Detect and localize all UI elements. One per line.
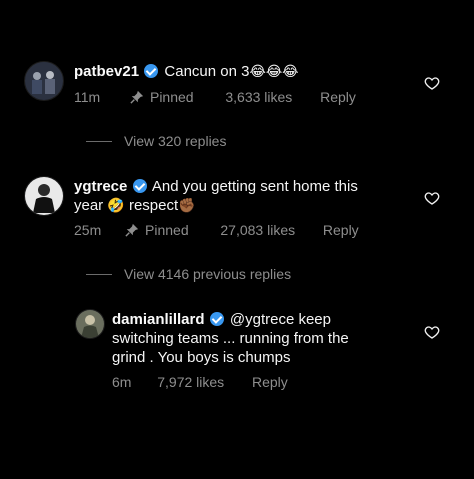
comment-text-line2-suffix: respect xyxy=(128,197,179,214)
laughing-emoji-icon: 😂😂😂 xyxy=(249,64,299,80)
username[interactable]: ygtrece xyxy=(74,178,127,195)
timestamp: 11m xyxy=(74,89,101,105)
likes-count[interactable]: 7,972 likes xyxy=(157,374,224,390)
comment-text-line1: And you getting sent home this xyxy=(151,178,358,195)
avatar-image xyxy=(76,310,104,338)
pinned-label: Pinned xyxy=(149,89,194,105)
comment-body: damianlillard @ygtrece keep switching te… xyxy=(112,310,412,367)
heart-outline-icon[interactable] xyxy=(424,324,440,340)
comment-meta: 25m Pinned 27,083 likes Reply xyxy=(74,222,359,238)
avatar-patbev21[interactable] xyxy=(24,61,64,101)
comment-text-line2-prefix: year xyxy=(74,197,104,214)
comment-text-line3: grind . You boys is chumps xyxy=(112,349,291,366)
heart-outline-icon[interactable] xyxy=(424,75,440,91)
heart-outline-icon[interactable] xyxy=(424,190,440,206)
comment-text-line2: switching teams ... running from the xyxy=(112,330,349,347)
view-replies-label[interactable]: View 4146 previous replies xyxy=(124,266,291,282)
divider-line xyxy=(86,141,112,142)
verified-badge-icon xyxy=(144,64,159,78)
comment-body: patbev21 Cancun on 3😂😂😂 xyxy=(74,62,414,82)
likes-count[interactable]: 3,633 likes xyxy=(225,89,292,105)
pin-icon xyxy=(130,90,144,104)
comment-meta: 11m Pinned 3,633 likes Reply xyxy=(74,89,356,105)
avatar-image xyxy=(25,177,63,215)
likes-count[interactable]: 27,083 likes xyxy=(220,222,295,238)
comment-meta: 6m 7,972 likes Reply xyxy=(112,374,288,390)
avatar-image xyxy=(25,62,63,100)
avatar-ygtrece[interactable] xyxy=(24,176,64,216)
view-replies-button[interactable]: View 320 replies xyxy=(86,133,226,149)
verified-badge-icon xyxy=(209,312,224,326)
pinned-label: Pinned xyxy=(145,222,189,238)
username[interactable]: patbev21 xyxy=(74,63,139,80)
avatar-damianlillard[interactable] xyxy=(75,309,105,339)
view-previous-replies-button[interactable]: View 4146 previous replies xyxy=(86,266,291,282)
comment-text-line1: @ygtrece keep xyxy=(229,311,331,328)
username[interactable]: damianlillard xyxy=(112,311,205,328)
timestamp: 6m xyxy=(112,374,132,390)
comment-text: Cancun on 3 xyxy=(164,63,250,80)
timestamp: 25m xyxy=(74,222,102,238)
reply-button[interactable]: Reply xyxy=(323,222,359,238)
rofl-emoji-icon: 🤣 xyxy=(107,198,125,214)
reply-button[interactable]: Reply xyxy=(320,89,356,105)
reply-button[interactable]: Reply xyxy=(252,374,288,390)
fist-emoji-icon: ✊🏾 xyxy=(178,198,196,214)
verified-badge-icon xyxy=(132,179,147,193)
view-replies-label[interactable]: View 320 replies xyxy=(124,133,226,149)
pin-icon xyxy=(125,223,139,237)
comment-body: ygtrece And you getting sent home this y… xyxy=(74,177,414,216)
divider-line xyxy=(86,274,112,275)
